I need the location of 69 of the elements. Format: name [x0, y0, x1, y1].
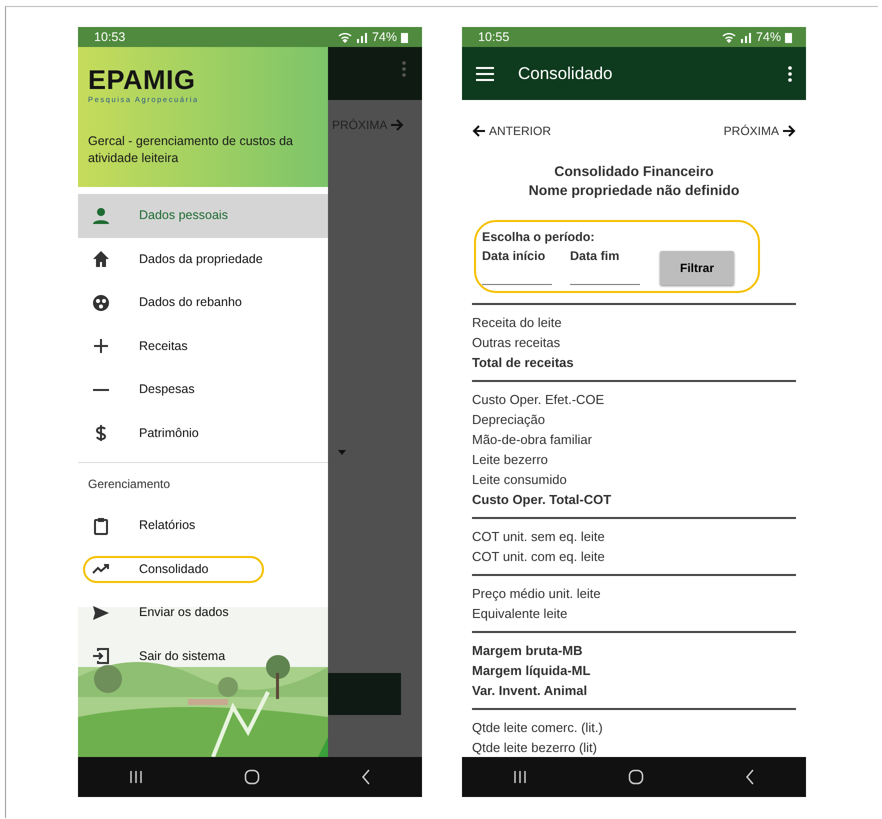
recents-button[interactable] [128, 770, 143, 784]
row-label: Total de receitas [472, 354, 575, 372]
arrow-right-icon [782, 125, 796, 137]
arrow-left-icon [472, 125, 486, 137]
menu-item[interactable]: Sair do sistema [78, 634, 328, 678]
row-label: Qtde leite bezerro (lit) [472, 739, 598, 757]
row-label: Mão-de-obra familiar [472, 431, 593, 450]
row-label: Preço médio unit. leite [472, 585, 602, 604]
battery-icon [401, 32, 408, 42]
caret-icon [338, 450, 346, 455]
row-label: Var. Invent. Animal [472, 682, 588, 700]
more-options-icon[interactable] [788, 66, 792, 82]
clipboard-icon [92, 516, 110, 535]
home-icon [92, 250, 110, 268]
row-label: COT unit. com eq. leite [472, 548, 606, 566]
report-title: Consolidado Financeiro [553, 162, 715, 181]
report-title: Nome propriedade não definido [528, 180, 740, 200]
plus-icon [92, 337, 110, 356]
period-title: Escolha o período: [482, 228, 596, 246]
person-icon [92, 206, 110, 225]
row-label: Margem bruta-MB [472, 642, 584, 660]
app-subtitle: Gercal - gerenciamento de custos da atividade leiteira [88, 133, 294, 166]
menu-item[interactable]: Enviar os dados [78, 591, 328, 634]
row-label: Leite bezerro [472, 451, 549, 470]
battery-level: 74% [372, 28, 397, 46]
row-label: COT unit. sem eq. leite [472, 528, 606, 546]
toolbar-title: Consolidado [518, 62, 614, 85]
filter-button[interactable]: Filtrar [660, 251, 734, 286]
menu-item[interactable]: Dados do rebanho [78, 281, 328, 324]
status-time: 10:55 [478, 28, 510, 46]
row-label: Qtde leite comerc. (lit.) [472, 719, 604, 738]
back-button[interactable] [745, 769, 756, 785]
menu-item[interactable]: Patrimônio [78, 412, 328, 455]
row-label: Depreciação [472, 411, 546, 430]
row-label: Custo Oper. Total-COT [472, 491, 612, 510]
end-date-label: Data fim [570, 248, 620, 265]
home-button[interactable] [628, 769, 644, 785]
battery-level: 74% [756, 28, 781, 46]
minus-icon [93, 388, 109, 391]
previous-link[interactable]: ANTERIOR [472, 122, 552, 140]
home-button[interactable] [244, 769, 260, 785]
menu-icon[interactable] [476, 66, 494, 80]
menu-item[interactable]: Dados pessoais [78, 194, 328, 238]
menu-item[interactable]: Consolidado [83, 556, 264, 583]
row-label: Custo Oper. Efet.-COE [472, 391, 606, 410]
row-label: Receita do leite [472, 314, 563, 332]
send-icon [92, 604, 110, 622]
next-link[interactable]: PRÓXIMA [724, 122, 796, 140]
group-icon [92, 294, 110, 312]
row-label: Margem líquida-ML [472, 662, 592, 680]
row-label: Outras receitas [472, 334, 562, 352]
back-button[interactable] [361, 769, 372, 785]
wifi-icon [338, 32, 352, 42]
status-time: 10:53 [94, 28, 126, 46]
logo: EPAMIG [88, 67, 197, 94]
start-date-label: Data início [482, 248, 546, 265]
signal-icon [740, 32, 752, 42]
menu-item[interactable]: Dados da propriedade [78, 238, 328, 281]
battery-icon [785, 32, 792, 42]
arrow-right-icon [390, 119, 404, 131]
row-label: Leite consumido [472, 471, 568, 490]
wifi-icon [722, 32, 736, 42]
menu-item[interactable]: Despesas [78, 368, 328, 412]
recents-button[interactable] [512, 770, 527, 784]
exit-icon [92, 647, 110, 666]
menu-item[interactable]: Relatórios [78, 504, 328, 548]
signal-icon [356, 32, 368, 42]
menu-item[interactable]: Receitas [78, 324, 328, 368]
row-label: Equivalente leite [472, 605, 568, 624]
